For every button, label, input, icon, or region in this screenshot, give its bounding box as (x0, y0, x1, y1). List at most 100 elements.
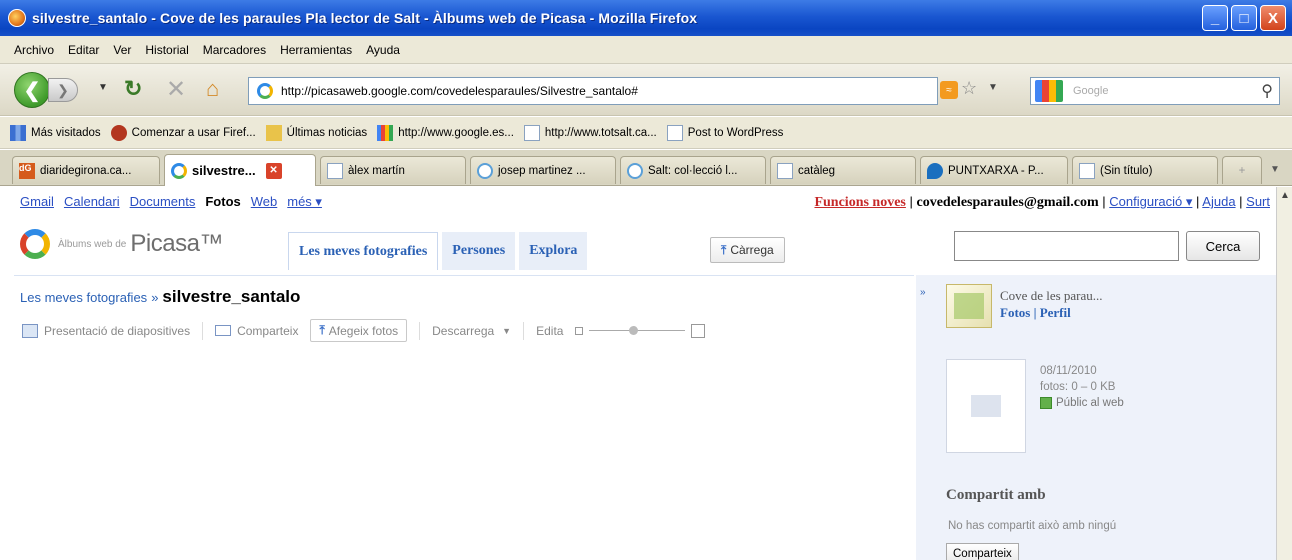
tab-people[interactable]: Persones (442, 232, 516, 270)
shared-with-text: No has compartit això amb ningú (948, 520, 1117, 532)
gbar-web[interactable]: Web (251, 194, 278, 209)
slideshow-button[interactable]: Presentació de diapositives (22, 323, 190, 338)
bookmark-post-to-wordpress[interactable]: Post to WordPress (666, 124, 783, 141)
album-date: 08/11/2010 (1040, 365, 1097, 377)
menu-bar: Archivo Editar Ver Historial Marcadores … (0, 36, 1292, 64)
gallery-links[interactable]: Fotos | Perfil (1000, 305, 1071, 321)
shared-with-heading: Compartit amb (946, 487, 1046, 503)
chevron-down-icon: ▼ (502, 325, 512, 336)
google-search-engine-icon[interactable] (1035, 80, 1063, 102)
user-bar: Funcions noves | covedelesparaules@gmail… (814, 194, 1270, 210)
tab-list-icon[interactable]: ▼ (1270, 164, 1280, 175)
search-placeholder[interactable]: Google (1073, 85, 1261, 97)
bookmark-star-icon[interactable]: ☆ (961, 78, 977, 99)
share-button[interactable]: Comparteix (215, 324, 298, 338)
tab-silvestre[interactable]: silvestre... ✕ (164, 154, 316, 186)
vertical-scrollbar[interactable]: ▲ (1276, 187, 1292, 560)
minimize-button[interactable]: _ (1202, 5, 1228, 31)
tab-explore[interactable]: Explora (519, 232, 588, 270)
tab-my-photos[interactable]: Les meves fotografies (288, 232, 439, 270)
image-placeholder-icon (971, 395, 1001, 417)
new-features-link[interactable]: Funcions noves (814, 195, 905, 210)
chevron-down-icon[interactable]: ▼ (988, 82, 998, 93)
picasa-search-input[interactable] (954, 231, 1179, 261)
zoom-knob[interactable] (628, 326, 638, 335)
picasa-logo-icon (20, 229, 50, 259)
menu-archivo[interactable]: Archivo (14, 43, 54, 57)
upload-button[interactable]: ⤒ Càrrega (710, 237, 785, 263)
album-cover[interactable] (946, 359, 1026, 453)
tab-diaridegirona[interactable]: dG diaridegirona.ca... (12, 156, 160, 184)
collapse-sidebar-icon[interactable]: » (920, 287, 926, 298)
chart-icon (10, 124, 26, 141)
tab-josep-martinez[interactable]: josep martinez ... (470, 156, 616, 184)
tab-salt-colleccio[interactable]: Salt: col·lecció l... (620, 156, 766, 184)
page-icon (1079, 162, 1095, 179)
back-button[interactable]: ❮ (14, 72, 50, 108)
address-bar[interactable]: http://picasaweb.google.com/covedelespar… (248, 77, 938, 105)
gbar-calendar[interactable]: Calendari (64, 194, 120, 209)
menu-herramientas[interactable]: Herramientas (280, 43, 352, 57)
bookmark-most-visited[interactable]: Más visitados (10, 124, 101, 141)
history-dropdown-icon[interactable]: ▼ (98, 82, 108, 93)
close-button[interactable]: X (1260, 5, 1286, 31)
bookmark-latest-news[interactable]: Últimas noticias (265, 124, 367, 141)
new-tab-button[interactable]: + (1222, 156, 1262, 184)
large-thumbnail-icon (691, 323, 706, 338)
picasa-logo[interactable]: Àlbums web de Picasa™ (20, 229, 223, 259)
forward-button[interactable]: ❯ (48, 78, 78, 102)
rss-icon[interactable]: ≈ (940, 81, 958, 99)
share-album-button[interactable]: Comparteix (946, 543, 1019, 560)
gbar-gmail[interactable]: Gmail (20, 194, 54, 209)
tab-puntxarxa[interactable]: PUNTXARXA - P... (920, 156, 1068, 184)
scroll-up-icon[interactable]: ▲ (1277, 187, 1292, 203)
bookmark-getting-started[interactable]: Comenzar a usar Firef... (110, 124, 256, 141)
menu-marcadores[interactable]: Marcadores (203, 43, 266, 57)
menu-ayuda[interactable]: Ayuda (366, 43, 400, 57)
album-content-area (14, 275, 914, 560)
menu-historial[interactable]: Historial (145, 43, 188, 57)
help-link[interactable]: Ajuda (1202, 194, 1235, 209)
tab-sin-titulo[interactable]: (Sin título) (1072, 156, 1218, 184)
gbar-documents[interactable]: Documents (130, 194, 196, 209)
search-icon[interactable]: ⚲ (1261, 81, 1273, 101)
tab-strip: dG diaridegirona.ca... silvestre... ✕ àlex… (0, 150, 1292, 186)
small-thumbnail-icon (575, 326, 584, 335)
bookmark-google[interactable]: http://www.google.es... (377, 124, 514, 141)
settings-link[interactable]: Configuració ▾ (1109, 194, 1192, 209)
search-button[interactable]: Cerca (1186, 231, 1260, 261)
album-meta: 08/11/2010 fotos: 0 – 0 KB Públic al web (1040, 363, 1124, 411)
tab-cataleg[interactable]: catàleg (770, 156, 916, 184)
gbar-more[interactable]: més ▾ (287, 194, 322, 209)
home-icon[interactable]: ⌂ (206, 76, 219, 102)
window-controls: _ □ X (1202, 5, 1286, 31)
page-icon (777, 162, 793, 179)
breadcrumb-my-photos[interactable]: Les meves fotografies (20, 290, 147, 305)
zoom-slider[interactable] (575, 323, 706, 338)
picasa-icon (171, 162, 187, 179)
firefox-icon (110, 124, 127, 141)
zoom-track[interactable] (589, 326, 686, 335)
tab-alex-martin[interactable]: àlex martín (320, 156, 466, 184)
address-url[interactable]: http://picasaweb.google.com/covedelespar… (281, 84, 638, 98)
picasa-favicon-icon (257, 83, 273, 99)
slideshow-icon (22, 323, 38, 338)
add-photos-button[interactable]: ⤒ Afegeix fotos (310, 319, 408, 342)
rss-folder-icon (265, 124, 282, 141)
menu-ver[interactable]: Ver (113, 43, 131, 57)
search-box[interactable]: Google ⚲ (1030, 77, 1280, 105)
wordpress-icon (477, 162, 493, 179)
maximize-button[interactable]: □ (1231, 5, 1257, 31)
reload-icon[interactable]: ↻ (124, 76, 142, 102)
stop-icon[interactable]: ✕ (166, 75, 186, 104)
edit-button[interactable]: Edita (536, 324, 563, 338)
gallery-name[interactable]: Cove de les parau... (1000, 288, 1103, 304)
download-button[interactable]: Descarrega ▼ (432, 324, 511, 338)
bookmark-totsalt[interactable]: http://www.totsalt.ca... (523, 124, 657, 141)
menu-editar[interactable]: Editar (68, 43, 99, 57)
user-avatar[interactable] (946, 284, 992, 328)
close-tab-icon[interactable]: ✕ (265, 162, 282, 179)
page-icon (523, 124, 540, 141)
signout-link[interactable]: Surt (1246, 194, 1270, 209)
page-icon (666, 124, 683, 141)
